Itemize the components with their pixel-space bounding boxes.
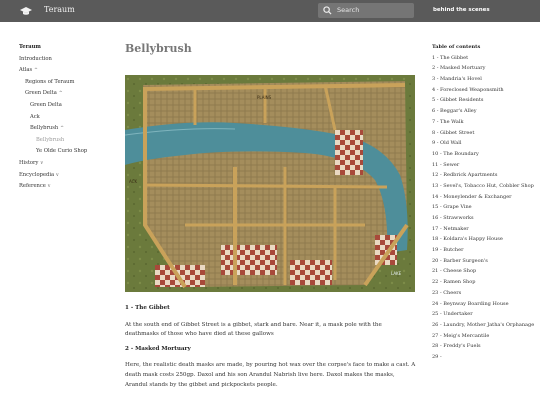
toc-item[interactable]: 5 - Gibbet Residents [432, 95, 536, 106]
site-title[interactable]: Teraum [44, 5, 75, 14]
map-label-ack: ACK [129, 179, 137, 184]
toc-item[interactable]: 7 - The Walk [432, 117, 536, 128]
map-label-lake: LAKE [391, 271, 402, 276]
chevron-down-icon[interactable]: v [56, 173, 58, 178]
toc-item[interactable]: 13 - Sevel's, Tobacco Hut, Cobbler Shop [432, 181, 536, 192]
toc-item[interactable]: 6 - Beggar's Alley [432, 106, 536, 117]
toc-item[interactable]: 27 - Meig's Mercantile [432, 331, 536, 342]
toc-item[interactable]: 8 - Gibbet Street [432, 128, 536, 139]
sidebar-item[interactable]: Green Delta [19, 100, 119, 112]
toc-item[interactable]: 4 - Foreclosed Weaponsmith [432, 85, 536, 96]
sidebar-item-label: Reference [19, 183, 46, 190]
sidebar-item[interactable]: Bellybrush [19, 135, 119, 147]
toc-item[interactable]: 18 - Koldara's Happy House [432, 234, 536, 245]
sidebar-item-label: Bellybrush [30, 125, 59, 132]
sidebar-item[interactable]: Regions of Teraum [19, 77, 119, 89]
section-heading: 1 - The Gibbet [125, 305, 170, 311]
sidebar-item-label: Encyclopedia [19, 171, 55, 178]
top-bar: Teraum Search behind the scenes [0, 0, 540, 22]
sidebar-item[interactable]: Reference v [19, 181, 119, 193]
toc-item[interactable]: 3 - Mandria's Hovel [432, 74, 536, 85]
behind-the-scenes-link[interactable]: behind the scenes [433, 7, 490, 13]
map-image: PLAINS ACK LAKE [124, 75, 415, 292]
sidebar-item[interactable]: Ack [19, 112, 119, 124]
toc-item[interactable]: 9 - Old Wall [432, 138, 536, 149]
toc-item[interactable]: 24 - Beynway Boarding House [432, 299, 536, 310]
toc-item[interactable]: 15 - Grape Vine [432, 202, 536, 213]
sidebar-item[interactable]: Teraum [19, 42, 119, 54]
sidebar-item[interactable]: Ye Olde Curio Shop [19, 146, 119, 158]
toc-item[interactable]: 29 - [432, 352, 536, 363]
main-content: Bellybrush PLAINS ACK LAKE 1 - The Gibbe… [124, 40, 417, 388]
graduation-cap-icon[interactable] [20, 6, 32, 16]
toc-item[interactable]: 21 - Cheese Shop [432, 266, 536, 277]
toc-item[interactable]: 14 - Moneylender & Exchanger [432, 192, 536, 203]
table-of-contents: Table of contents 1 - The Gibbet 2 - Mask… [432, 42, 536, 363]
chevron-up-icon[interactable]: ^ [60, 126, 64, 131]
sidebar-item-label: Green Delta [30, 101, 62, 108]
sidebar-item-label: Teraum [19, 44, 41, 50]
article-body: 1 - The Gibbet At the south end of Gibbet… [125, 304, 417, 390]
toc-item[interactable]: 10 - The Boundary [432, 149, 536, 160]
sidebar-item-label: Bellybrush [36, 136, 65, 143]
toc-item[interactable]: 19 - Butcher [432, 245, 536, 256]
sidebar-item[interactable]: Atlas ^ [19, 65, 119, 77]
section-paragraph: Here, the realistic death masks are made… [125, 362, 416, 388]
sidebar-nav: Teraum Introduction Atlas ^ Regions of Terau… [19, 42, 119, 193]
sidebar-item-label: Introduction [19, 55, 52, 62]
sidebar-item[interactable]: Encyclopedia v [19, 170, 119, 182]
toc-item[interactable]: 26 - Laundry, Mother Jatha's Orphanage [432, 320, 536, 331]
sidebar-item-label: Ack [30, 113, 40, 120]
sidebar-item[interactable]: Bellybrush ^ [19, 123, 119, 135]
sidebar-item-label: Ye Olde Curio Shop [36, 148, 88, 155]
toc-item[interactable]: 25 - Undertaker [432, 309, 536, 320]
sidebar-item-label: Atlas [19, 67, 33, 74]
section-paragraph: At the south end of Gibbet Street is a g… [125, 321, 382, 338]
toc-item[interactable]: 23 - Cheers [432, 288, 536, 299]
map-label-plains: PLAINS [257, 95, 272, 100]
sidebar-item-label: Green Delta [25, 90, 57, 97]
search-icon [323, 6, 332, 15]
toc-item[interactable]: 17 - Netmaker [432, 224, 536, 235]
page-title: Bellybrush [125, 42, 192, 55]
chevron-up-icon[interactable]: ^ [34, 68, 38, 73]
toc-item[interactable]: 2 - Masked Mortuary [432, 63, 536, 74]
toc-item[interactable]: 1 - The Gibbet [432, 53, 536, 64]
toc-item[interactable]: 16 - Strawworks [432, 213, 536, 224]
sidebar-item[interactable]: Introduction [19, 54, 119, 66]
toc-item[interactable]: 28 - Freddy's Fuels [432, 341, 536, 352]
chevron-down-icon[interactable]: v [40, 161, 42, 166]
search-input[interactable]: Search [337, 6, 359, 14]
section-heading: 2 - Masked Mortuary [125, 345, 191, 352]
toc-item[interactable]: 12 - Redbrick Apartments [432, 170, 536, 181]
toc-item[interactable]: 22 - Ramen Shop [432, 277, 536, 288]
sidebar-item-label: History [19, 159, 39, 166]
sidebar-item-label: Regions of Teraum [25, 78, 75, 85]
search-box[interactable]: Search [318, 3, 414, 18]
chevron-down-icon[interactable]: v [48, 184, 50, 189]
toc-item[interactable]: 11 - Sewer [432, 160, 536, 171]
chevron-up-icon[interactable]: ^ [59, 91, 63, 96]
toc-item[interactable]: 20 - Barber Surgeon's [432, 256, 536, 267]
toc-heading: Table of contents [432, 44, 481, 50]
sidebar-item[interactable]: History v [19, 158, 119, 170]
sidebar-item[interactable]: Green Delta ^ [19, 88, 119, 100]
